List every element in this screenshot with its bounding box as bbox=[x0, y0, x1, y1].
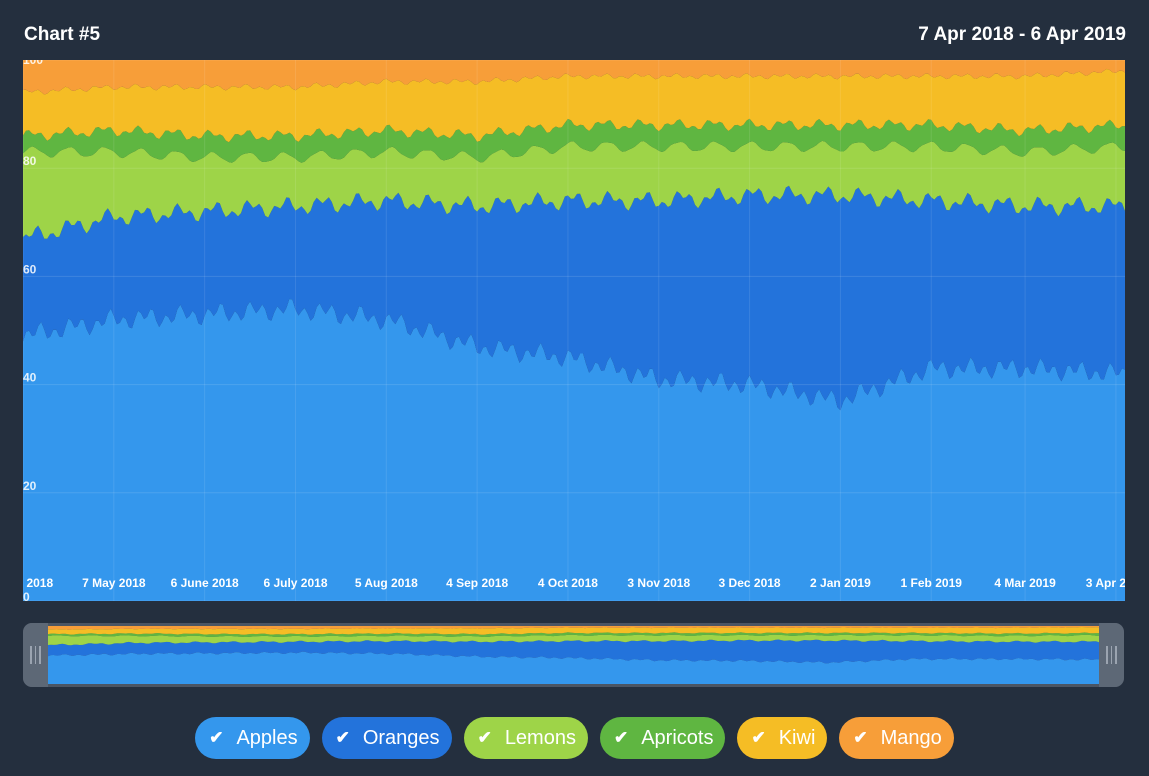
x-tick-label: 1 Feb 2019 bbox=[901, 576, 963, 590]
y-tick-label: 100 bbox=[23, 60, 43, 67]
x-tick-label: 7 Apr 2018 bbox=[23, 576, 53, 590]
x-tick-label: 4 Oct 2018 bbox=[538, 576, 598, 590]
grip-icon bbox=[30, 646, 41, 664]
legend-label: Apricots bbox=[641, 726, 714, 749]
x-tick-label: 2 Jan 2019 bbox=[810, 576, 871, 590]
y-tick-label: 60 bbox=[23, 262, 37, 276]
legend-label: Mango bbox=[880, 726, 942, 749]
x-tick-label: 3 Dec 2018 bbox=[719, 576, 781, 590]
legend-label: Kiwi bbox=[778, 726, 816, 749]
x-tick-label: 3 Apr 2019 bbox=[1086, 576, 1125, 590]
legend-mango-toggle[interactable]: ✔ Mango bbox=[839, 717, 954, 759]
legend-label: Lemons bbox=[504, 726, 576, 749]
x-tick-label: 6 July 2018 bbox=[263, 576, 327, 590]
x-tick-label: 4 Sep 2018 bbox=[446, 576, 508, 590]
y-tick-label: 40 bbox=[23, 371, 37, 385]
chart-title: Chart #5 bbox=[24, 24, 101, 45]
check-icon: ✔ bbox=[209, 728, 224, 747]
x-tick-label: 7 May 2018 bbox=[82, 576, 146, 590]
navigator-right-handle[interactable] bbox=[1099, 623, 1124, 687]
date-range: 7 Apr 2018 - 6 Apr 2019 bbox=[918, 24, 1126, 45]
x-tick-label: 6 June 2018 bbox=[171, 576, 239, 590]
y-tick-label: 20 bbox=[23, 479, 37, 493]
legend-oranges-toggle[interactable]: ✔ Oranges bbox=[321, 717, 452, 759]
check-icon: ✔ bbox=[335, 728, 350, 747]
chart-header: Chart #5 7 Apr 2018 - 6 Apr 2019 bbox=[24, 24, 1126, 48]
stacked-area-chart[interactable]: 0 20 40 60 80 100 7 Apr 2018 7 May 2018 6 June 2… bbox=[23, 60, 1125, 601]
check-icon: ✔ bbox=[613, 728, 629, 747]
legend-kiwi-toggle[interactable]: ✔ Kiwi bbox=[737, 717, 828, 759]
legend-label: Oranges bbox=[362, 726, 440, 749]
check-icon: ✔ bbox=[477, 728, 492, 747]
range-navigator[interactable] bbox=[23, 623, 1124, 687]
legend-label: Apples bbox=[236, 726, 298, 749]
grip-icon bbox=[1106, 646, 1117, 664]
legend: ✔ Apples ✔ Oranges ✔ Lemons ✔ Apricots ✔… bbox=[0, 717, 1149, 759]
legend-lemons-toggle[interactable]: ✔ Lemons bbox=[463, 717, 588, 759]
x-tick-label: 5 Aug 2018 bbox=[355, 576, 418, 590]
navigator-left-handle[interactable] bbox=[23, 623, 48, 687]
legend-apricots-toggle[interactable]: ✔ Apricots bbox=[599, 717, 726, 759]
y-tick-label: 0 bbox=[23, 590, 30, 601]
x-tick-label: 4 Mar 2019 bbox=[994, 576, 1056, 590]
check-icon: ✔ bbox=[751, 728, 766, 747]
check-icon: ✔ bbox=[853, 728, 868, 747]
y-tick-label: 80 bbox=[23, 154, 37, 168]
x-tick-label: 3 Nov 2018 bbox=[627, 576, 690, 590]
navigator-preview bbox=[48, 626, 1099, 684]
legend-apples-toggle[interactable]: ✔ Apples bbox=[195, 717, 310, 759]
